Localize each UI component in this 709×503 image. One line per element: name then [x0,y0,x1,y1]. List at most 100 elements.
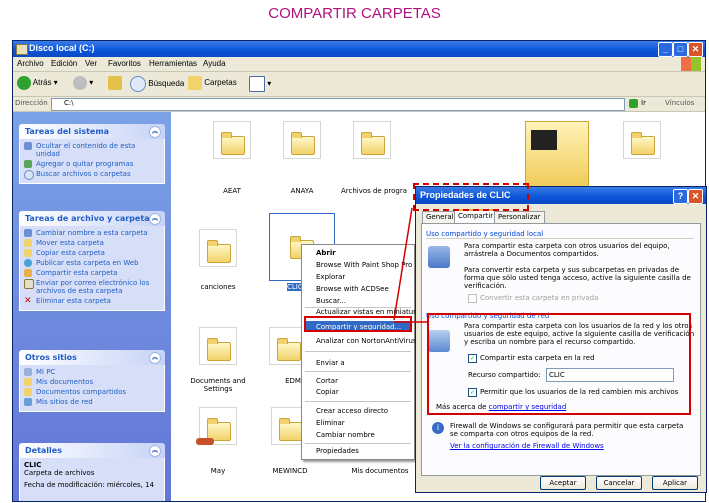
search-button[interactable]: Búsqueda [130,76,184,92]
ctx-open[interactable]: Abrir [316,249,336,257]
collapse-chevron-icon[interactable]: ︽ [149,126,161,138]
back-arrow-icon [17,76,31,90]
menu-archivo[interactable]: Archivo [17,59,44,68]
close-icon[interactable]: ✕ [688,189,703,204]
ctx-cut[interactable]: Cortar [316,377,338,385]
collapse-chevron-icon[interactable]: ︽ [149,213,161,225]
ctx-separator [305,443,411,444]
file-label[interactable]: ANAYA [265,187,339,195]
ctx-browse-acdsee[interactable]: Browse with ACDSee [316,285,389,293]
place-my-documents[interactable]: Mis documentos [24,378,160,386]
rename-icon [24,229,32,237]
task-move-folder[interactable]: Mover esta carpeta [24,239,160,247]
menu-ayuda[interactable]: Ayuda [203,59,226,68]
drive-icon [16,44,28,55]
selected-file-label[interactable]: CLIC [287,283,303,291]
ctx-send-to[interactable]: Enviar a [316,359,345,367]
file-label[interactable]: May [181,467,255,475]
task-email-files[interactable]: Enviar por correo electrónico los archiv… [24,279,160,295]
task-copy-folder[interactable]: Copiar esta carpeta [24,249,160,257]
globe-icon [24,259,32,267]
file-label[interactable]: canciones [181,283,255,291]
ctx-copy[interactable]: Copiar [316,388,339,396]
back-button[interactable]: Atrás ▾ [17,76,58,90]
file-label[interactable]: MEWINCD [253,467,327,475]
share-hand-icon [24,269,32,277]
file-label[interactable]: Documents and Settings [181,377,255,393]
ctx-properties[interactable]: Propiedades [316,447,359,455]
views-button[interactable]: ▾ [249,76,271,92]
ctx-explore[interactable]: Explorar [316,273,345,281]
move-folder-icon [24,239,32,247]
computer-icon [24,368,32,376]
up-folder-button[interactable] [108,76,122,90]
folders-button[interactable]: Carpetas [188,76,237,90]
close-icon[interactable]: ✕ [688,42,703,57]
tab-customize[interactable]: Personalizar [494,211,545,223]
task-delete-folder[interactable]: ✕ Eliminar esta carpeta [24,297,160,306]
go-button[interactable]: Ir [641,99,646,107]
details-box: Detalles ︽ CLIC Carpeta de archivos Fecha… [19,443,165,501]
file-label[interactable]: Mis documentos [343,467,417,475]
ctx-delete[interactable]: Eliminar [316,419,345,427]
minimize-icon[interactable]: _ [658,42,673,57]
file-tasks-box: Tareas de archivo y carpeta ︽ Cambiar nom… [19,211,165,311]
help-icon[interactable]: ? [673,189,688,204]
menu-edicion[interactable]: Edición [51,59,77,68]
folder-icon [207,240,231,263]
task-rename-folder[interactable]: Cambiar nombre a esta carpeta [24,229,160,237]
folder-tile[interactable] [199,327,237,365]
search-label: Búsqueda [148,79,185,89]
windows-logo-icon [681,57,701,71]
go-arrow-icon[interactable] [629,99,638,108]
file-tasks-header[interactable]: Tareas de archivo y carpeta ︽ [19,211,165,226]
address-input[interactable]: C:\ [51,98,625,111]
menu-ver[interactable]: Ver [85,59,97,68]
maximize-icon[interactable]: □ [673,42,688,57]
forward-button[interactable]: ▾ [73,76,93,90]
folder-tile[interactable] [213,121,251,159]
tab-share[interactable]: Compartir [454,209,498,224]
folder-tile[interactable] [283,121,321,159]
file-label[interactable]: Archivos de progra [337,187,411,195]
ctx-create-shortcut[interactable]: Crear acceso directo [316,407,388,415]
file-label[interactable]: AEAT [195,187,269,195]
apply-button[interactable]: Aplicar [652,476,698,490]
place-my-pc[interactable]: Mi PC [24,368,160,376]
folder-tile[interactable] [353,121,391,159]
place-network[interactable]: Mis sitios de red [24,398,160,406]
menu-herramientas[interactable]: Herramientas [149,59,197,68]
private-checkbox[interactable] [468,294,477,303]
task-publish-web[interactable]: Publicar esta carpeta en Web [24,259,160,267]
folder-thumbnail[interactable] [525,121,589,187]
envelope-icon [24,279,34,289]
task-hide-contents[interactable]: Ocultar el contenido de esta unidad [24,142,160,158]
menu-bar: Archivo Edición Ver Favoritos Herramient… [13,57,705,72]
folder-tile[interactable] [199,229,237,267]
links-label[interactable]: Vínculos [665,99,694,107]
shared-hand-icon [196,438,214,445]
other-places-header[interactable]: Otros sitios ︽ [19,350,165,365]
collapse-chevron-icon[interactable]: ︽ [149,445,161,457]
task-pane: Tareas del sistema ︽ Ocultar el contenido… [13,112,171,501]
ok-button[interactable]: Aceptar [540,476,586,490]
folder-tile[interactable] [196,407,237,445]
folder-tile[interactable] [623,121,661,159]
menu-favoritos[interactable]: Favoritos [108,59,141,68]
hide-icon [24,142,32,150]
ctx-rename[interactable]: Cambiar nombre [316,431,375,439]
firewall-link[interactable]: Ver la configuración de Firewall de Wind… [450,442,604,450]
task-add-remove-programs[interactable]: Agregar o quitar programas [24,160,160,168]
task-share-folder[interactable]: Compartir esta carpeta [24,269,160,277]
details-header[interactable]: Detalles ︽ [19,443,165,458]
details-modified: Fecha de modificación: miércoles, 14 [24,481,155,489]
info-icon: i [432,422,444,434]
ctx-search[interactable]: Buscar... [316,297,346,305]
task-search-files[interactable]: Buscar archivos o carpetas [24,170,160,180]
collapse-chevron-icon[interactable]: ︽ [149,352,161,364]
local-text-2: Para convertir esta carpeta y sus subcar… [464,266,691,290]
local-group-label: Uso compartido y seguridad local [426,230,544,238]
system-tasks-header[interactable]: Tareas del sistema ︽ [19,124,165,139]
place-shared-documents[interactable]: Documentos compartidos [24,388,160,396]
cancel-button[interactable]: Cancelar [596,476,642,490]
